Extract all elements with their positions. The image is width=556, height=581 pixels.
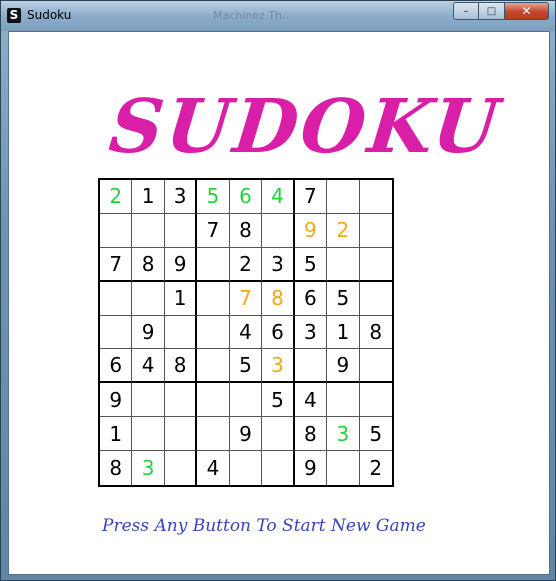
board-cell[interactable] bbox=[164, 417, 198, 452]
board-cell[interactable]: 2 bbox=[360, 451, 392, 485]
board-cell[interactable]: 8 bbox=[262, 281, 295, 316]
maximize-button[interactable]: □ bbox=[479, 2, 505, 20]
board-cell[interactable] bbox=[359, 282, 392, 316]
board-cell[interactable]: 9 bbox=[132, 315, 165, 350]
board-cell[interactable]: 8 bbox=[294, 417, 328, 452]
board-cell[interactable] bbox=[197, 315, 230, 350]
board-cell[interactable]: 2 bbox=[327, 213, 360, 248]
board-cell[interactable]: 9 bbox=[164, 247, 198, 282]
board-cell[interactable] bbox=[197, 349, 230, 384]
board-cell[interactable]: 8 bbox=[132, 247, 165, 282]
title-bar[interactable]: S Sudoku Machinez Th.. – □ ✕ bbox=[1, 1, 555, 31]
board-cell[interactable]: 3 bbox=[164, 180, 198, 214]
caption-buttons: – □ ✕ bbox=[453, 2, 549, 22]
board-cell[interactable] bbox=[197, 383, 230, 418]
board-cell[interactable]: 4 bbox=[197, 451, 230, 485]
board-cell[interactable]: 9 bbox=[294, 213, 328, 248]
board-cell[interactable]: 5 bbox=[327, 281, 360, 316]
board-cell[interactable] bbox=[262, 451, 295, 485]
board-cell[interactable]: 7 bbox=[229, 281, 263, 316]
board-cell[interactable]: 1 bbox=[164, 281, 198, 316]
board-cell[interactable] bbox=[164, 315, 198, 350]
board-cell[interactable]: 3 bbox=[294, 315, 328, 350]
board-cell[interactable] bbox=[132, 281, 165, 316]
board-cell[interactable] bbox=[327, 451, 360, 485]
board-cell[interactable]: 7 bbox=[294, 180, 328, 214]
board-cell[interactable]: 3 bbox=[132, 451, 165, 485]
board-cell[interactable]: 6 bbox=[229, 180, 263, 214]
board-cell[interactable]: 6 bbox=[294, 281, 328, 316]
start-prompt: Press Any Button To Start New Game bbox=[102, 516, 426, 536]
board-cell[interactable] bbox=[132, 383, 165, 418]
board-cell[interactable]: 4 bbox=[294, 383, 328, 418]
app-icon: S bbox=[7, 8, 21, 23]
maximize-icon: □ bbox=[486, 5, 497, 17]
board-cell[interactable]: 4 bbox=[132, 349, 165, 384]
board-cell[interactable]: 2 bbox=[100, 180, 133, 214]
board-cell[interactable]: 6 bbox=[100, 349, 133, 384]
board-cell[interactable] bbox=[327, 180, 360, 214]
board-cell[interactable]: 5 bbox=[229, 349, 263, 384]
sudoku-board[interactable]: 2135647789278923517865946318648539954198… bbox=[98, 178, 394, 487]
board-cell[interactable] bbox=[197, 417, 230, 452]
board-cell[interactable] bbox=[327, 383, 360, 418]
board-cell[interactable]: 1 bbox=[132, 180, 165, 214]
title-ghost-text: Machinez Th.. bbox=[213, 9, 290, 22]
board-cell[interactable]: 8 bbox=[359, 316, 392, 350]
board-cell[interactable] bbox=[327, 247, 360, 282]
board-cell[interactable] bbox=[359, 248, 392, 282]
board-cell[interactable] bbox=[359, 349, 392, 384]
board-cell[interactable] bbox=[165, 451, 198, 485]
board-cell[interactable]: 5 bbox=[294, 247, 328, 282]
board-cell[interactable]: 7 bbox=[197, 213, 230, 248]
board-cell[interactable] bbox=[197, 281, 230, 316]
board-cell[interactable]: 1 bbox=[327, 315, 360, 350]
board-cell[interactable]: 4 bbox=[262, 180, 295, 214]
board-cell[interactable] bbox=[132, 417, 165, 452]
board-cell[interactable]: 9 bbox=[100, 383, 133, 418]
board-cell[interactable] bbox=[230, 451, 263, 485]
close-icon: ✕ bbox=[521, 4, 532, 18]
minimize-button[interactable]: – bbox=[453, 2, 479, 20]
board-cell[interactable] bbox=[164, 383, 198, 418]
board-cell[interactable] bbox=[359, 383, 392, 418]
sudoku-logo: SUDOKU bbox=[105, 84, 506, 170]
minimize-icon: – bbox=[463, 5, 469, 17]
board-cell[interactable] bbox=[229, 383, 263, 418]
app-window: S Sudoku Machinez Th.. – □ ✕ SUDOKU 2135… bbox=[0, 0, 556, 581]
board-cell[interactable] bbox=[262, 213, 295, 248]
board-cell[interactable] bbox=[164, 213, 198, 248]
board-cell[interactable]: 9 bbox=[229, 417, 263, 452]
board-cell[interactable] bbox=[132, 213, 165, 248]
board-cell[interactable] bbox=[359, 180, 392, 214]
board-cell[interactable] bbox=[197, 247, 230, 282]
board-cell[interactable]: 8 bbox=[229, 213, 263, 248]
board-cell[interactable]: 5 bbox=[262, 383, 295, 418]
board-cell[interactable] bbox=[294, 349, 328, 384]
board-cell[interactable] bbox=[100, 281, 133, 316]
board-cell[interactable] bbox=[100, 213, 133, 248]
board-cell[interactable] bbox=[100, 315, 133, 350]
board-cell[interactable]: 4 bbox=[229, 315, 263, 350]
board-cell[interactable]: 7 bbox=[100, 247, 133, 282]
board-cell[interactable]: 3 bbox=[262, 349, 295, 384]
board-cell[interactable]: 3 bbox=[262, 247, 295, 282]
board-cell[interactable]: 8 bbox=[100, 451, 133, 485]
board-cell[interactable]: 8 bbox=[164, 349, 198, 384]
board-cell[interactable]: 3 bbox=[327, 417, 360, 452]
game-canvas[interactable]: SUDOKU 213564778927892351786594631864853… bbox=[8, 31, 550, 575]
window-title: Sudoku bbox=[27, 8, 72, 22]
board-cell[interactable]: 5 bbox=[197, 180, 230, 214]
board-cell[interactable]: 9 bbox=[327, 349, 360, 384]
board-cell[interactable]: 9 bbox=[295, 451, 328, 485]
close-button[interactable]: ✕ bbox=[505, 2, 549, 20]
board-cell[interactable]: 2 bbox=[229, 247, 263, 282]
board-cell[interactable]: 1 bbox=[100, 417, 133, 452]
board-cell[interactable] bbox=[359, 214, 392, 248]
board-cell[interactable]: 5 bbox=[359, 417, 392, 452]
board-cell[interactable] bbox=[262, 417, 295, 452]
board-cell[interactable]: 6 bbox=[262, 315, 295, 350]
